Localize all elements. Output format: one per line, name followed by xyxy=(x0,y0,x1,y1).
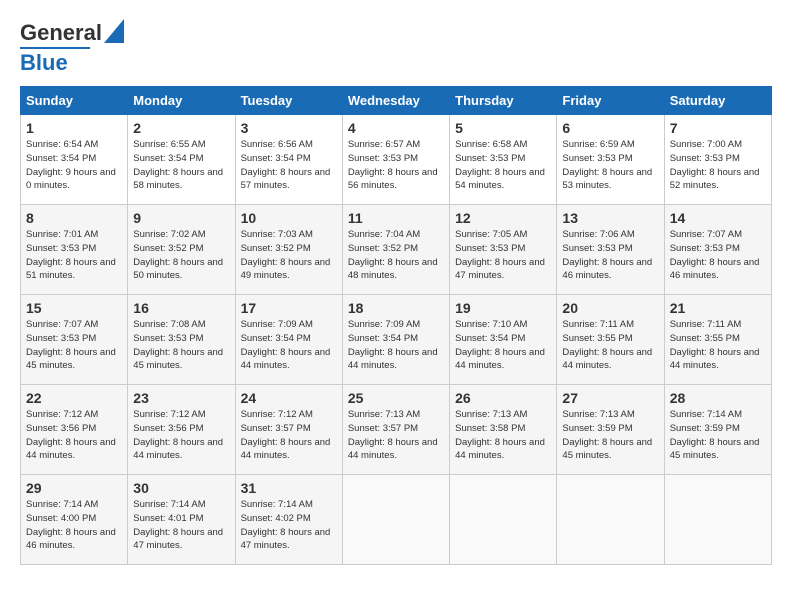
page-header: General Blue xyxy=(20,20,772,76)
calendar-cell xyxy=(342,475,449,565)
calendar-cell: 30Sunrise: 7:14 AMSunset: 4:01 PMDayligh… xyxy=(128,475,235,565)
calendar-cell: 1Sunrise: 6:54 AMSunset: 3:54 PMDaylight… xyxy=(21,115,128,205)
calendar-cell: 11Sunrise: 7:04 AMSunset: 3:52 PMDayligh… xyxy=(342,205,449,295)
calendar-cell: 29Sunrise: 7:14 AMSunset: 4:00 PMDayligh… xyxy=(21,475,128,565)
weekday-header: Wednesday xyxy=(342,87,449,115)
calendar-week-row: 1Sunrise: 6:54 AMSunset: 3:54 PMDaylight… xyxy=(21,115,772,205)
calendar-cell: 6Sunrise: 6:59 AMSunset: 3:53 PMDaylight… xyxy=(557,115,664,205)
calendar-cell: 14Sunrise: 7:07 AMSunset: 3:53 PMDayligh… xyxy=(664,205,771,295)
weekday-header: Thursday xyxy=(450,87,557,115)
logo-arrow-icon xyxy=(104,19,124,43)
calendar-cell: 25Sunrise: 7:13 AMSunset: 3:57 PMDayligh… xyxy=(342,385,449,475)
calendar-cell: 2Sunrise: 6:55 AMSunset: 3:54 PMDaylight… xyxy=(128,115,235,205)
calendar-cell: 13Sunrise: 7:06 AMSunset: 3:53 PMDayligh… xyxy=(557,205,664,295)
calendar-cell: 20Sunrise: 7:11 AMSunset: 3:55 PMDayligh… xyxy=(557,295,664,385)
calendar-week-row: 22Sunrise: 7:12 AMSunset: 3:56 PMDayligh… xyxy=(21,385,772,475)
calendar-cell xyxy=(664,475,771,565)
calendar-cell: 23Sunrise: 7:12 AMSunset: 3:56 PMDayligh… xyxy=(128,385,235,475)
calendar-cell: 27Sunrise: 7:13 AMSunset: 3:59 PMDayligh… xyxy=(557,385,664,475)
weekday-header: Monday xyxy=(128,87,235,115)
weekday-header: Friday xyxy=(557,87,664,115)
calendar-week-row: 8Sunrise: 7:01 AMSunset: 3:53 PMDaylight… xyxy=(21,205,772,295)
calendar-cell: 10Sunrise: 7:03 AMSunset: 3:52 PMDayligh… xyxy=(235,205,342,295)
logo-text-general: General xyxy=(20,20,102,46)
calendar-cell: 22Sunrise: 7:12 AMSunset: 3:56 PMDayligh… xyxy=(21,385,128,475)
logo: General Blue xyxy=(20,20,124,76)
calendar-week-row: 15Sunrise: 7:07 AMSunset: 3:53 PMDayligh… xyxy=(21,295,772,385)
calendar-table: SundayMondayTuesdayWednesdayThursdayFrid… xyxy=(20,86,772,565)
calendar-cell: 26Sunrise: 7:13 AMSunset: 3:58 PMDayligh… xyxy=(450,385,557,475)
calendar-cell: 18Sunrise: 7:09 AMSunset: 3:54 PMDayligh… xyxy=(342,295,449,385)
calendar-cell: 3Sunrise: 6:56 AMSunset: 3:54 PMDaylight… xyxy=(235,115,342,205)
calendar-cell: 5Sunrise: 6:58 AMSunset: 3:53 PMDaylight… xyxy=(450,115,557,205)
logo-divider xyxy=(20,47,90,49)
calendar-cell: 16Sunrise: 7:08 AMSunset: 3:53 PMDayligh… xyxy=(128,295,235,385)
calendar-cell: 24Sunrise: 7:12 AMSunset: 3:57 PMDayligh… xyxy=(235,385,342,475)
weekday-header: Sunday xyxy=(21,87,128,115)
calendar-cell: 8Sunrise: 7:01 AMSunset: 3:53 PMDaylight… xyxy=(21,205,128,295)
calendar-cell: 12Sunrise: 7:05 AMSunset: 3:53 PMDayligh… xyxy=(450,205,557,295)
calendar-cell: 21Sunrise: 7:11 AMSunset: 3:55 PMDayligh… xyxy=(664,295,771,385)
calendar-week-row: 29Sunrise: 7:14 AMSunset: 4:00 PMDayligh… xyxy=(21,475,772,565)
weekday-header-row: SundayMondayTuesdayWednesdayThursdayFrid… xyxy=(21,87,772,115)
calendar-cell: 7Sunrise: 7:00 AMSunset: 3:53 PMDaylight… xyxy=(664,115,771,205)
calendar-cell: 31Sunrise: 7:14 AMSunset: 4:02 PMDayligh… xyxy=(235,475,342,565)
logo-text-blue: Blue xyxy=(20,50,68,76)
calendar-cell: 17Sunrise: 7:09 AMSunset: 3:54 PMDayligh… xyxy=(235,295,342,385)
calendar-cell: 28Sunrise: 7:14 AMSunset: 3:59 PMDayligh… xyxy=(664,385,771,475)
calendar-cell xyxy=(557,475,664,565)
calendar-cell: 15Sunrise: 7:07 AMSunset: 3:53 PMDayligh… xyxy=(21,295,128,385)
calendar-cell: 19Sunrise: 7:10 AMSunset: 3:54 PMDayligh… xyxy=(450,295,557,385)
weekday-header: Saturday xyxy=(664,87,771,115)
calendar-cell: 9Sunrise: 7:02 AMSunset: 3:52 PMDaylight… xyxy=(128,205,235,295)
calendar-cell xyxy=(450,475,557,565)
calendar-cell: 4Sunrise: 6:57 AMSunset: 3:53 PMDaylight… xyxy=(342,115,449,205)
weekday-header: Tuesday xyxy=(235,87,342,115)
